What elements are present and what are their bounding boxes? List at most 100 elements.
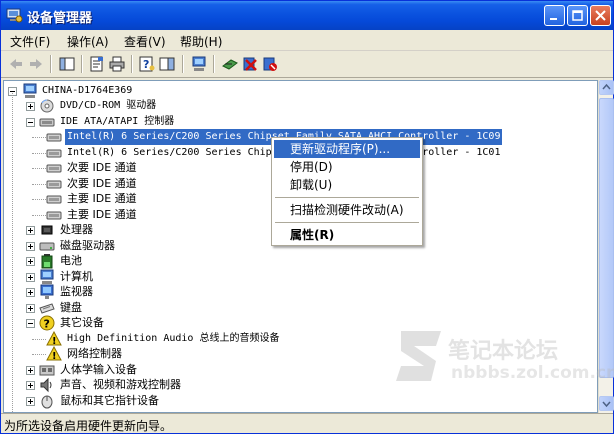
battery-icon [39, 253, 55, 269]
device-label: 声音、视频和游戏控制器 [60, 378, 181, 391]
processor-icon [39, 222, 55, 238]
svg-text:?: ? [143, 58, 149, 71]
toolbar: ? [1, 51, 613, 78]
ide-channel-icon [46, 129, 62, 145]
maximize-button[interactable] [567, 5, 588, 26]
ide-channel-icon [46, 176, 62, 192]
watermark: 笔记本论坛 nbbbs.zol.com.cn [396, 321, 614, 396]
tree-connector [32, 183, 46, 185]
expand-toggle[interactable] [26, 272, 35, 282]
disable-menu-item[interactable]: 停用(D) [274, 158, 420, 176]
update-driver-menu-item[interactable]: 更新驱动程序(P)... [274, 140, 420, 158]
device-category[interactable]: 电池 [4, 253, 594, 269]
expand-toggle[interactable] [26, 257, 35, 266]
device-label: IDE ATA/ATAPI 控制器 [60, 115, 175, 127]
device-category[interactable]: DVD/CD-ROM 驱动器 [4, 98, 594, 114]
warning-device-icon: ! [46, 345, 62, 362]
svg-text:!: ! [52, 351, 57, 362]
menu-action[interactable]: 操作(A) [67, 33, 109, 50]
ide-channel-icon [46, 207, 62, 223]
computer-icon[interactable] [189, 54, 209, 74]
device-manager-window: 设备管理器 文件(F) 操作(A) 查看(V) 帮助(H) ? CHINA-D1… [0, 0, 614, 434]
watermark-title: 笔记本论坛 [448, 339, 559, 364]
uninstall-menu-item[interactable]: 卸载(U) [274, 176, 420, 194]
expand-toggle[interactable] [26, 365, 35, 375]
forward-icon[interactable] [26, 54, 46, 74]
toolbar-separator [50, 55, 52, 73]
computer-icon [39, 269, 55, 285]
device-label: 人体学输入设备 [60, 362, 137, 376]
status-text: 为所选设备启用硬件更新向导。 [4, 419, 173, 433]
device-label: 主要 IDE 通道 [67, 192, 137, 205]
tree-connector [32, 168, 46, 169]
ide-channel-icon [46, 160, 62, 176]
tree-connector [32, 338, 46, 340]
scan-hardware-menu-item[interactable]: 扫描检测硬件改动(A) [274, 201, 420, 219]
window-title: 设备管理器 [27, 11, 93, 26]
title-bar[interactable]: 设备管理器 [1, 1, 613, 30]
tree-connector [32, 137, 46, 138]
minimize-button[interactable] [544, 5, 565, 26]
device-label: 监视器 [60, 285, 93, 298]
keyboard-icon [39, 300, 55, 316]
toolbar-separator [182, 55, 184, 73]
svg-text:?: ? [44, 318, 50, 331]
expand-toggle[interactable] [26, 226, 35, 235]
show-hide-console-tree-icon[interactable] [57, 54, 77, 74]
scan-hardware-icon[interactable] [220, 54, 240, 74]
watermark-url: nbbbs.zol.com.cn [451, 363, 614, 383]
menu-view[interactable]: 查看(V) [124, 33, 166, 50]
device-label: High Definition Audio 总线上的音频设备 [67, 332, 280, 344]
collapse-toggle[interactable] [26, 319, 35, 328]
close-button[interactable] [590, 5, 611, 26]
tree-connector [12, 93, 13, 412]
device-label: 计算机 [60, 269, 93, 283]
back-icon[interactable] [6, 54, 26, 74]
device-category[interactable]: 监视器 [4, 284, 594, 300]
status-bar: 为所选设备启用硬件更新向导。 [1, 413, 613, 433]
disable-icon[interactable] [260, 54, 280, 74]
expand-toggle[interactable] [26, 102, 35, 111]
device-label: 其它设备 [60, 316, 104, 329]
menu-help[interactable]: 帮助(H) [180, 33, 222, 50]
expand-toggle[interactable] [26, 396, 35, 406]
tree-connector [32, 354, 46, 355]
scroll-down-button[interactable] [599, 396, 614, 411]
device-category[interactable]: IDE ATA/ATAPI 控制器 [4, 114, 594, 130]
device-label: DVD/CD-ROM 驱动器 [60, 100, 157, 111]
device-category[interactable]: 键盘 [4, 300, 594, 316]
properties-icon[interactable] [87, 54, 107, 74]
scroll-up-button[interactable] [599, 80, 614, 95]
computer-icon [22, 83, 38, 99]
collapse-toggle[interactable] [26, 117, 35, 127]
warning-device-icon: ! [46, 330, 62, 347]
expand-toggle[interactable] [26, 303, 35, 313]
device-label: 鼠标和其它指针设备 [60, 393, 159, 407]
scroll-thumb[interactable] [599, 98, 614, 378]
expand-toggle[interactable] [26, 241, 35, 251]
help-icon[interactable]: ? [137, 54, 157, 74]
monitor-icon [39, 284, 55, 300]
tree-root[interactable]: CHINA-D1764E369 [4, 83, 584, 99]
print-icon[interactable] [107, 54, 127, 74]
sound-icon [39, 377, 55, 393]
toolbar-separator [213, 55, 215, 73]
dvd-drive-icon [39, 98, 55, 114]
expand-toggle[interactable] [26, 381, 35, 390]
device-category[interactable]: 计算机 [4, 269, 594, 285]
mouse-icon [39, 393, 55, 409]
disk-drive-icon [39, 238, 55, 254]
device-label: 次要 IDE 通道 [67, 161, 137, 174]
uninstall-icon[interactable] [240, 54, 260, 74]
device-label: 键盘 [60, 300, 82, 314]
properties-menu-item[interactable]: 属性(R) [274, 226, 420, 244]
device-label: 主要 IDE 通道 [67, 207, 137, 221]
expand-toggle[interactable] [26, 288, 35, 297]
show-hide-action-pane-icon[interactable] [157, 54, 177, 74]
ide-channel-icon [46, 191, 62, 207]
menu-separator [275, 222, 419, 223]
menu-file[interactable]: 文件(F) [10, 33, 50, 50]
ide-channel-icon [46, 145, 62, 161]
toolbar-separator [131, 55, 133, 73]
menu-bar: 文件(F) 操作(A) 查看(V) 帮助(H) [1, 30, 613, 51]
